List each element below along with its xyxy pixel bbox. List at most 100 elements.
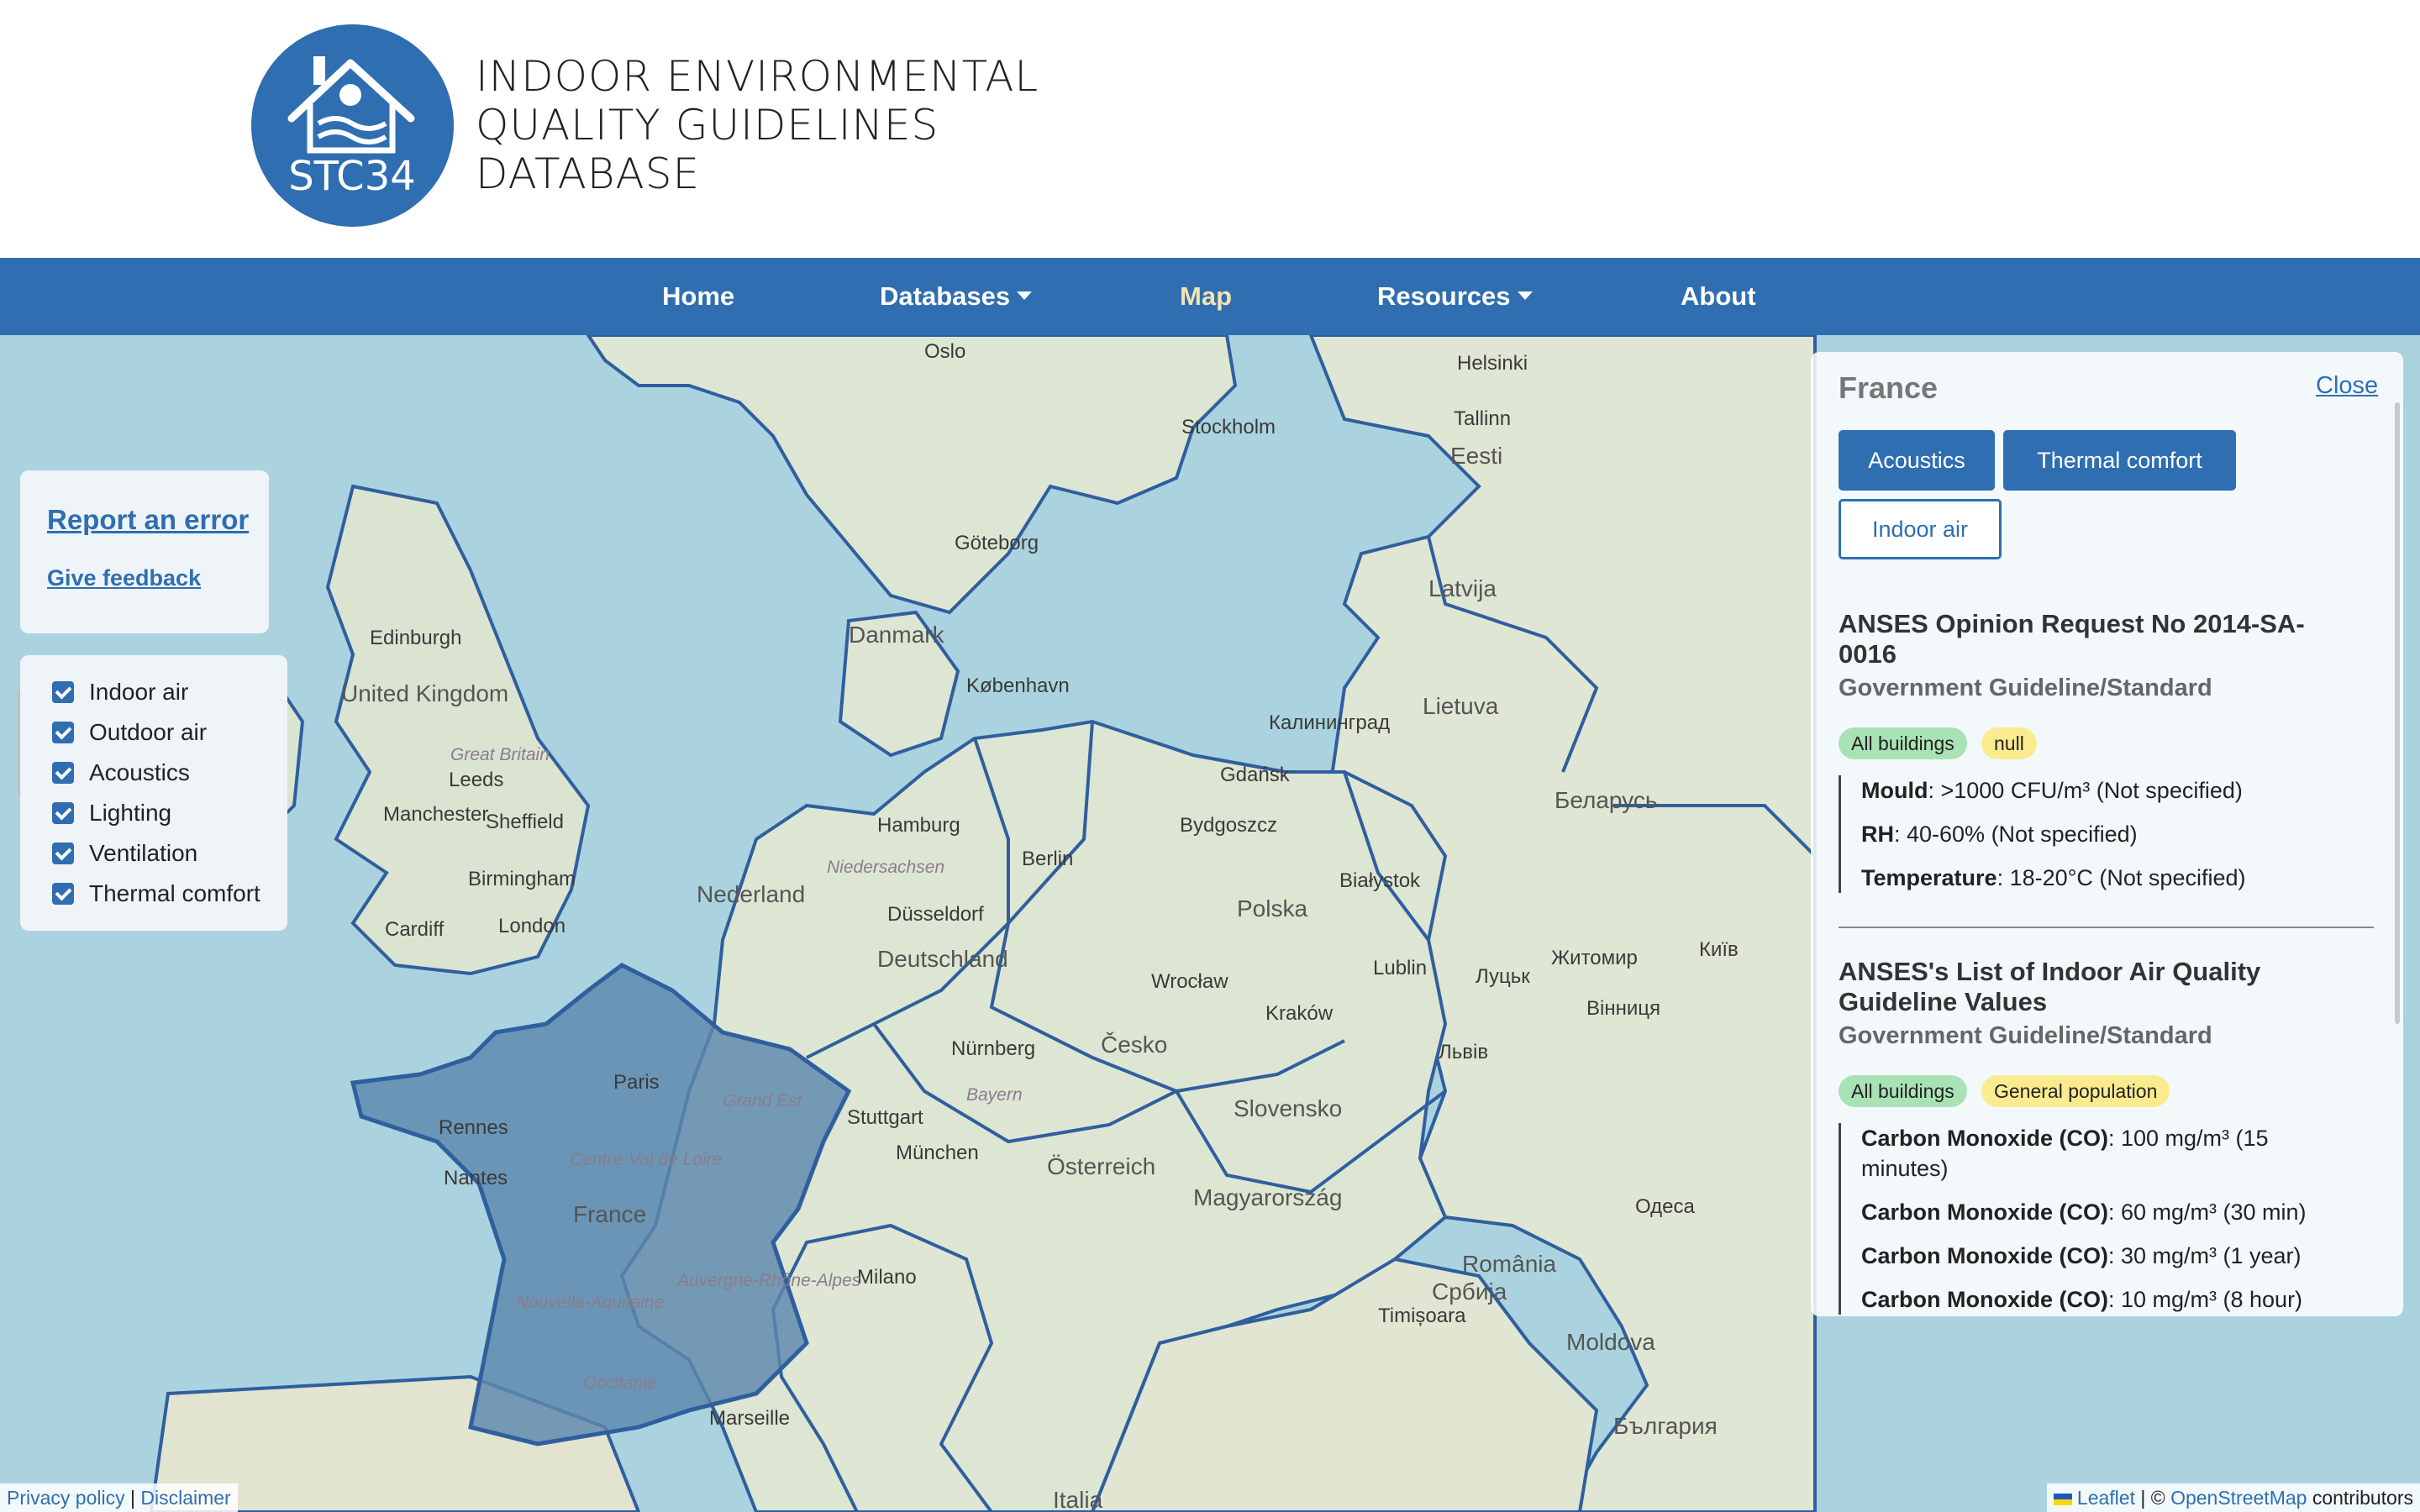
map-label: Житомир — [1551, 947, 1638, 969]
tab-indoor-air[interactable]: Indoor air — [1839, 499, 2002, 559]
map-label: Edinburgh — [370, 627, 462, 649]
nav-label: Map — [1180, 281, 1232, 311]
value-row: Carbon Monoxide (CO): 10 mg/m³ (8 hour) — [1861, 1287, 2303, 1312]
layer-label: Thermal comfort — [89, 880, 260, 906]
house-icon: STC34 — [287, 56, 416, 200]
checkbox[interactable] — [52, 883, 74, 905]
map-label: Србија — [1432, 1278, 1507, 1305]
map-label: Lietuva — [1423, 693, 1499, 719]
map-label: München — [896, 1142, 979, 1164]
map-label: Одеса — [1635, 1195, 1695, 1218]
feedback-box: Report an error Give feedback — [20, 470, 269, 633]
openstreetmap-link[interactable]: OpenStreetMap — [2170, 1487, 2307, 1509]
give-feedback-link[interactable]: Give feedback — [47, 565, 201, 591]
map-label: România — [1462, 1251, 1557, 1277]
nav-resources[interactable]: Resources — [1377, 258, 1533, 335]
guideline-title[interactable]: ANSES Opinion Request No 2014-SA-0016 — [1839, 609, 2309, 669]
map-label: Danmark — [849, 622, 944, 648]
layer-label: Lighting — [89, 800, 172, 826]
panel-country-title: France — [1839, 370, 1939, 405]
value-row: Carbon Monoxide (CO): 30 mg/m³ (1 year) — [1861, 1243, 2302, 1268]
tab-thermal-comfort[interactable]: Thermal comfort — [2003, 430, 2236, 491]
map-label: Вінниця — [1586, 997, 1660, 1020]
layer-thermal-comfort[interactable]: Thermal comfort — [52, 877, 260, 911]
map-label: Białystok — [1339, 869, 1421, 892]
privacy-policy-link[interactable]: Privacy policy — [7, 1487, 125, 1509]
map-label: Stuttgart — [847, 1106, 923, 1129]
map-label: Leeds — [449, 769, 504, 791]
building-badge: All buildings — [1839, 1075, 1967, 1107]
stc34-logo[interactable]: STC34 — [251, 24, 454, 227]
checkbox[interactable] — [52, 802, 74, 824]
map-label: Rennes — [439, 1116, 508, 1139]
checkbox[interactable] — [52, 681, 74, 703]
nav-home[interactable]: Home — [662, 258, 734, 335]
attribution-text: | © — [2140, 1487, 2165, 1509]
nav-map[interactable]: Map — [1180, 258, 1232, 335]
map-label: Manchester — [383, 803, 489, 826]
layer-lighting[interactable]: Lighting — [52, 796, 171, 830]
checkbox[interactable] — [52, 762, 74, 784]
map-label: Helsinki — [1457, 352, 1528, 375]
map-label: Česko — [1101, 1032, 1168, 1058]
map-label: Deutschland — [877, 946, 1008, 972]
guideline-values: Carbon Monoxide (CO): 100 mg/m³ (15 minu… — [1839, 1123, 2353, 1315]
site-title[interactable]: INDOOR ENVIRONMENTAL QUALITY GUIDELINES … — [476, 52, 1039, 198]
map-label: Centre-Val de Loire — [570, 1150, 723, 1169]
caret-down-icon — [1017, 291, 1033, 300]
guideline-title[interactable]: ANSES's List of Indoor Air Quality Guide… — [1839, 957, 2309, 1017]
nav-databases[interactable]: Databases — [880, 258, 1033, 335]
layer-acoustics[interactable]: Acoustics — [52, 756, 190, 790]
checkbox[interactable] — [52, 722, 74, 743]
map-label: Hamburg — [877, 814, 960, 837]
nav-about[interactable]: About — [1681, 258, 1756, 335]
map-label: Київ — [1699, 938, 1739, 961]
map-label: Auvergne-Rhône-Alpes — [677, 1271, 861, 1290]
map-label: Nantes — [444, 1167, 508, 1189]
map-label: Sheffield — [486, 811, 564, 833]
map-label: Niedersachsen — [827, 858, 945, 877]
population-badge: null — [1981, 727, 2037, 759]
value-row: Mould: >1000 CFU/m³ (Not specified) — [1861, 778, 2243, 803]
tab-acoustics[interactable]: Acoustics — [1839, 430, 1995, 491]
map-label: Moldova — [1566, 1329, 1655, 1355]
map-label: Grand Est — [723, 1091, 802, 1110]
panel-scrollbar[interactable] — [2395, 402, 2400, 1024]
layer-indoor-air[interactable]: Indoor air — [52, 675, 188, 709]
map-label: Gdańsk — [1220, 764, 1290, 786]
report-error-link[interactable]: Report an error — [47, 504, 249, 536]
map-label: Great Britain — [450, 745, 550, 764]
leaflet-link[interactable]: Leaflet — [2077, 1487, 2135, 1509]
map-label: Stockholm — [1181, 416, 1276, 438]
map-label: Polska — [1237, 895, 1308, 921]
map-label: Latvija — [1428, 575, 1497, 601]
map-label: Italia — [1053, 1487, 1103, 1512]
nav-label: Databases — [880, 281, 1011, 311]
svg-text:STC34: STC34 — [288, 153, 416, 200]
value-row: Temperature: 18-20°C (Not specified) — [1861, 865, 2246, 890]
nav-label: Home — [662, 281, 735, 311]
layer-outdoor-air[interactable]: Outdoor air — [52, 716, 207, 749]
caret-down-icon — [1517, 291, 1533, 300]
layer-label: Ventilation — [89, 840, 198, 866]
map-label: Беларусь — [1555, 787, 1658, 813]
main-nav: Home Databases Map Resources About — [0, 258, 2420, 335]
site-title-line: INDOOR ENVIRONMENTAL — [476, 52, 1039, 101]
nav-label: About — [1681, 281, 1756, 311]
map-label: Nederland — [697, 881, 806, 907]
disclaimer-link[interactable]: Disclaimer — [140, 1487, 230, 1509]
close-panel-link[interactable]: Close — [2316, 372, 2378, 400]
site-header: STC34 INDOOR ENVIRONMENTAL QUALITY GUIDE… — [0, 0, 2420, 258]
checkbox[interactable] — [52, 843, 74, 864]
map-label: Berlin — [1022, 848, 1074, 870]
map-label: Marseille — [709, 1407, 791, 1430]
map-label: Львів — [1439, 1041, 1489, 1063]
layer-label: Outdoor air — [89, 719, 208, 745]
map-label: Bydgoszcz — [1180, 814, 1278, 837]
map-label: Eesti — [1450, 443, 1503, 469]
layer-ventilation[interactable]: Ventilation — [52, 837, 197, 870]
map-label: Birmingham — [468, 868, 576, 890]
map-label: Göteborg — [955, 532, 1039, 554]
map-label: Nürnberg — [951, 1037, 1036, 1060]
map-label: København — [966, 675, 1070, 697]
